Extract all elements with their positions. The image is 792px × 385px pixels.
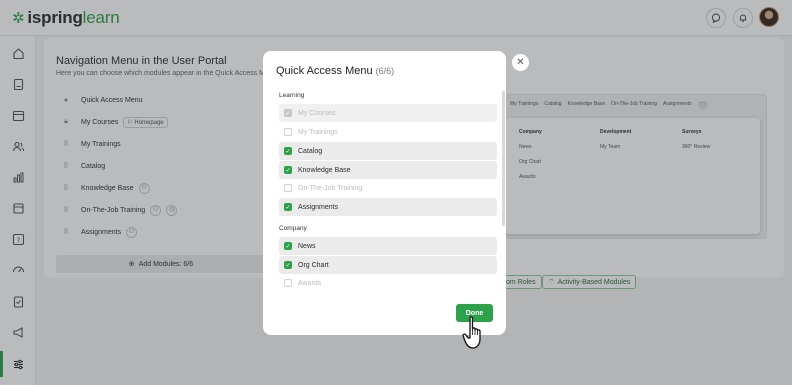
- option-news[interactable]: ✓ News: [279, 237, 497, 255]
- close-icon[interactable]: ✕: [512, 54, 529, 71]
- option-label: Awards: [298, 279, 322, 287]
- hand-pointer-cursor-icon: [462, 316, 481, 349]
- checkbox-unchecked-disabled: [284, 184, 292, 192]
- dialog-title: Quick Access Menu (6/6): [276, 65, 394, 77]
- option-label: On-The-Job Training: [298, 184, 363, 192]
- checkbox-checked[interactable]: ✓: [284, 242, 292, 250]
- option-label: Assignments: [298, 203, 339, 211]
- quick-access-menu-dialog: Quick Access Menu (6/6) Learning ✓ My Co…: [263, 51, 506, 335]
- checkbox-checked-disabled: ✓: [284, 109, 292, 117]
- option-assignments[interactable]: ✓ Assignments: [279, 198, 497, 216]
- checkbox-checked[interactable]: ✓: [284, 166, 292, 174]
- dialog-title-text: Quick Access Menu: [276, 65, 373, 77]
- option-on-the-job-training: On-The-Job Training: [279, 179, 497, 197]
- option-catalog[interactable]: ✓ Catalog: [279, 142, 497, 160]
- option-label: News: [298, 242, 316, 250]
- section-label-company: Company: [279, 225, 307, 232]
- option-org-chart[interactable]: ✓ Org Chart: [279, 256, 497, 274]
- option-label: Catalog: [298, 147, 323, 155]
- option-my-courses: ✓ My Courses: [279, 104, 497, 122]
- option-label: My Trainings: [298, 128, 338, 136]
- checkbox-checked[interactable]: ✓: [284, 147, 292, 155]
- checkbox-unchecked-disabled: [284, 279, 292, 287]
- checkbox-unchecked-disabled: [284, 128, 292, 136]
- option-knowledge-base[interactable]: ✓ Knowledge Base: [279, 161, 497, 179]
- checkbox-checked[interactable]: ✓: [284, 261, 292, 269]
- dialog-title-count: (6/6): [375, 66, 395, 76]
- checkbox-checked[interactable]: ✓: [284, 203, 292, 211]
- dialog-scrollbar[interactable]: [502, 91, 505, 226]
- option-awards: Awards: [279, 274, 497, 292]
- option-label: My Courses: [298, 109, 336, 117]
- option-label: Knowledge Base: [298, 166, 351, 174]
- option-my-trainings: My Trainings: [279, 123, 497, 141]
- section-label-learning: Learning: [279, 92, 305, 99]
- option-label: Org Chart: [298, 261, 329, 269]
